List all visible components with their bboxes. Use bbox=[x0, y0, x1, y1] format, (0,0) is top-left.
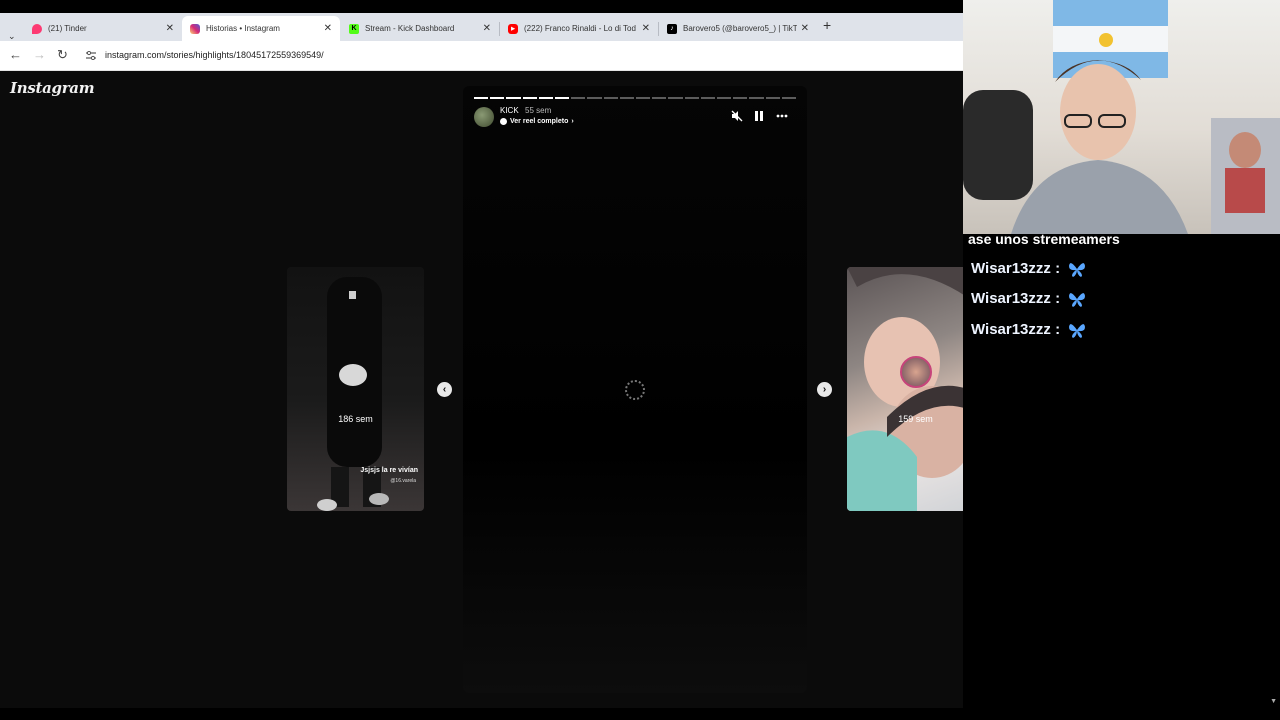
tab-tiktok[interactable]: ♪ Barovero5 (@barovero5_) | TikT ✕ bbox=[659, 16, 817, 41]
chat-message: Wisar13zzz : bbox=[971, 290, 1086, 307]
close-tab-icon[interactable]: ✕ bbox=[642, 23, 650, 34]
chat-message: Wisar13zzz : bbox=[971, 321, 1086, 338]
scroll-down-arrow-icon[interactable]: ▼ bbox=[1270, 698, 1277, 705]
chat-username: Wisar13zzz : bbox=[971, 321, 1061, 338]
tab-title: (222) Franco Rinaldi - Lo di Tod bbox=[524, 24, 636, 33]
chat-username: Wisar13zzz : bbox=[971, 290, 1061, 307]
view-full-reel-label: Ver reel completo bbox=[510, 118, 569, 125]
story-progress-segment bbox=[571, 97, 586, 99]
browser-toolbar: ← → ↻ instagram.com/stories/highlights/1… bbox=[0, 41, 963, 71]
story-age-label: 186 sem bbox=[338, 414, 373, 424]
tab-youtube[interactable]: ▶ (222) Franco Rinaldi - Lo di Tod ✕ bbox=[500, 16, 658, 41]
instagram-icon bbox=[190, 23, 200, 34]
story-progress-segment bbox=[506, 97, 521, 99]
story-progress-segment bbox=[522, 97, 537, 99]
more-options-icon[interactable] bbox=[776, 110, 788, 122]
chat-username: Wisar13zzz : bbox=[971, 260, 1061, 277]
close-tab-icon[interactable]: ✕ bbox=[166, 23, 174, 34]
youtube-icon: ▶ bbox=[508, 23, 518, 34]
story-caption: Jsjsjs la re vivían bbox=[360, 467, 418, 474]
tab-title: Barovero5 (@barovero5_) | TikT bbox=[683, 24, 797, 33]
story-timestamp: 55 sem bbox=[525, 106, 552, 115]
close-tab-icon[interactable]: ✕ bbox=[324, 23, 332, 34]
chat-banner-text: ase unos stremeamers bbox=[968, 231, 1120, 247]
screen-top-strip bbox=[0, 0, 963, 13]
back-arrow-icon[interactable]: ← bbox=[9, 48, 22, 62]
close-tab-icon[interactable]: ✕ bbox=[483, 23, 491, 34]
story-owner-avatar[interactable] bbox=[474, 107, 494, 127]
story-progress-segment bbox=[636, 97, 651, 99]
story-progress-segment bbox=[781, 97, 797, 99]
chevron-right-icon: › bbox=[571, 118, 574, 125]
loading-spinner-icon bbox=[625, 380, 645, 400]
story-avatar bbox=[900, 356, 932, 388]
reel-play-icon bbox=[500, 118, 507, 125]
story-progress-segment bbox=[749, 97, 764, 99]
new-tab-button[interactable]: + bbox=[823, 17, 831, 33]
tab-tinder[interactable]: (21) Tinder ✕ bbox=[24, 16, 182, 41]
stream-chat-overlay: ase unos stremeamers Wisar13zzz : Wisar1… bbox=[963, 231, 1280, 708]
story-progress-segment bbox=[668, 97, 683, 99]
tinder-flame-icon bbox=[32, 23, 42, 34]
story-progress-segment bbox=[474, 97, 489, 99]
tab-title: Historias • Instagram bbox=[206, 24, 280, 33]
previous-story-arrow-icon[interactable]: ‹ bbox=[437, 382, 452, 397]
view-full-reel-link[interactable]: Ver reel completo › bbox=[500, 118, 574, 125]
story-progress-segment bbox=[700, 97, 716, 99]
blue-butterfly-icon bbox=[1069, 323, 1086, 338]
streamer-webcam-image bbox=[963, 0, 1280, 234]
reload-icon[interactable]: ↻ bbox=[57, 48, 68, 62]
story-progress-segment bbox=[765, 97, 780, 99]
address-bar-url[interactable]: instagram.com/stories/highlights/1804517… bbox=[105, 50, 324, 60]
story-mention: @16.varela bbox=[390, 478, 416, 484]
story-progress-segment bbox=[717, 97, 732, 99]
tab-instagram[interactable]: Historias • Instagram ✕ bbox=[182, 16, 340, 41]
kick-icon: K bbox=[349, 23, 359, 34]
screen-bottom-strip bbox=[0, 708, 1280, 720]
mute-icon[interactable] bbox=[731, 110, 743, 122]
story-progress-segment bbox=[538, 97, 554, 99]
close-tab-icon[interactable]: ✕ bbox=[801, 23, 809, 34]
story-viewer[interactable]: KICK 55 sem Ver reel completo › bbox=[463, 86, 807, 693]
tab-title: Stream - Kick Dashboard bbox=[365, 24, 455, 33]
instagram-logo[interactable]: Instagram bbox=[10, 79, 95, 97]
pause-icon[interactable] bbox=[753, 110, 765, 122]
blue-butterfly-icon bbox=[1069, 292, 1086, 307]
tab-kick-dashboard[interactable]: K Stream - Kick Dashboard ✕ bbox=[341, 16, 499, 41]
story-progress-segment bbox=[733, 97, 748, 99]
forward-arrow-icon[interactable]: → bbox=[33, 48, 46, 62]
next-story-arrow-icon[interactable]: › bbox=[817, 382, 832, 397]
chat-message: Wisar13zzz : bbox=[971, 260, 1086, 277]
site-info-icon[interactable] bbox=[86, 51, 96, 60]
story-progress-segment bbox=[587, 97, 602, 99]
tab-title: (21) Tinder bbox=[48, 24, 87, 33]
story-progress-segment bbox=[652, 97, 667, 99]
story-progress-segment bbox=[603, 97, 618, 99]
story-progress-segment bbox=[619, 97, 635, 99]
browser-tab-bar: ⌄ (21) Tinder ✕ Historias • Instagram ✕ … bbox=[0, 13, 963, 41]
previous-story-preview[interactable]: 186 sem Jsjsjs la re vivían @16.varela bbox=[287, 267, 424, 511]
story-progress-segment bbox=[555, 97, 570, 99]
tiktok-icon: ♪ bbox=[667, 23, 677, 34]
person-silhouette-icon bbox=[317, 277, 389, 511]
story-progress-segment bbox=[490, 97, 505, 99]
webcam-overlay bbox=[963, 0, 1280, 234]
story-username[interactable]: KICK bbox=[500, 106, 519, 115]
blue-butterfly-icon bbox=[1069, 262, 1086, 277]
story-progress-segment bbox=[684, 97, 699, 99]
story-progress-bar bbox=[474, 97, 797, 99]
